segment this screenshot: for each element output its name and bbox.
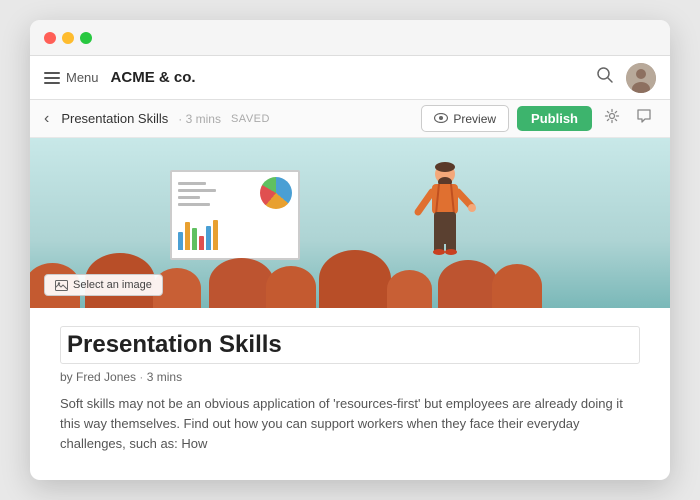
main-toolbar: Menu ACME & co. — [30, 56, 670, 100]
image-icon — [55, 280, 68, 291]
audience-head-5 — [266, 266, 316, 308]
menu-label: Menu — [66, 70, 99, 85]
publish-button[interactable]: Publish — [517, 106, 592, 131]
close-button[interactable] — [44, 32, 56, 44]
hamburger-icon — [44, 72, 60, 84]
saved-badge: SAVED — [231, 113, 270, 125]
pie-chart — [260, 177, 292, 209]
author-name: Fred Jones — [76, 370, 136, 384]
byline-prefix: by — [60, 370, 73, 384]
bar-chart — [178, 220, 218, 250]
breadcrumb-title: Presentation Skills — [61, 111, 168, 126]
audience-head-7 — [387, 270, 432, 308]
traffic-lights — [44, 32, 92, 44]
content-area: by Fred Jones · 3 mins Soft skills may n… — [30, 308, 670, 480]
article-byline: by Fred Jones · 3 mins — [60, 370, 640, 384]
app-name: ACME & co. — [111, 69, 196, 86]
menu-button[interactable]: Menu — [44, 70, 99, 85]
bar-1 — [178, 232, 183, 250]
audience-head-8 — [438, 260, 498, 308]
settings-button[interactable] — [600, 106, 624, 131]
line-3 — [178, 196, 200, 199]
select-image-button[interactable]: Select an image — [44, 274, 163, 296]
bar-2 — [185, 222, 190, 250]
line-2 — [178, 189, 216, 192]
bar-3 — [192, 228, 197, 250]
select-image-label: Select an image — [73, 279, 152, 291]
bar-4 — [199, 236, 204, 250]
line-4 — [178, 203, 210, 206]
preview-button[interactable]: Preview — [421, 105, 509, 132]
preview-label: Preview — [453, 112, 496, 126]
sub-toolbar: ‹ Presentation Skills · 3 mins SAVED Pre… — [30, 100, 670, 138]
gear-icon — [604, 108, 620, 124]
search-button[interactable] — [592, 62, 618, 93]
article-title-input[interactable] — [60, 326, 640, 364]
title-wrapper — [60, 326, 640, 364]
avatar[interactable] — [626, 63, 656, 93]
audience-head-4 — [209, 258, 274, 308]
minimize-button[interactable] — [62, 32, 74, 44]
back-button[interactable]: ‹ — [44, 110, 53, 128]
title-bar — [30, 20, 670, 56]
whiteboard-board — [170, 170, 300, 260]
line-1 — [178, 182, 206, 185]
bar-6 — [213, 220, 218, 250]
audience-head-9 — [492, 264, 542, 308]
maximize-button[interactable] — [80, 32, 92, 44]
bar-5 — [206, 226, 211, 250]
text-lines — [178, 182, 216, 206]
eye-icon — [434, 111, 448, 126]
audience-head-6 — [319, 250, 391, 308]
read-time: 3 mins — [147, 370, 182, 384]
comment-icon — [636, 108, 652, 124]
hero-image-area: Select an image — [30, 138, 670, 308]
app-window: Menu ACME & co. ‹ Presentation Skills · … — [30, 20, 670, 480]
search-icon — [596, 66, 614, 84]
comment-button[interactable] — [632, 106, 656, 131]
article-body: Soft skills may not be an obvious applic… — [60, 394, 640, 454]
breadcrumb-meta: · 3 mins — [178, 112, 221, 126]
back-icon: ‹ — [44, 110, 49, 127]
